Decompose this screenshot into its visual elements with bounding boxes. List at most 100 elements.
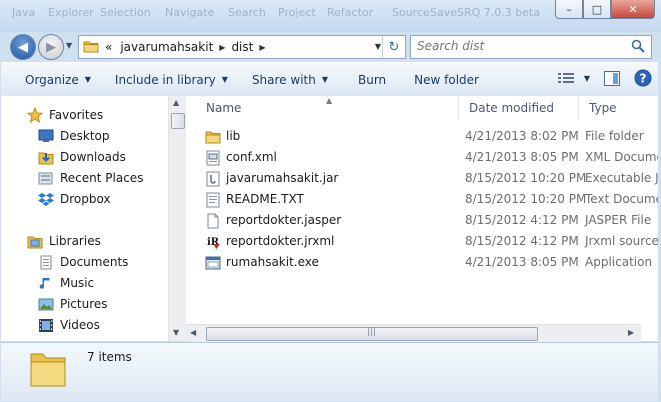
scroll-down-icon[interactable]: ▼: [173, 328, 179, 337]
column-header-name[interactable]: Name: [196, 96, 459, 120]
breadcrumb-dist[interactable]: dist: [227, 40, 257, 54]
nav-item-dropbox[interactable]: Dropbox: [38, 189, 111, 209]
file-date: 4/21/2013 8:05 PM: [465, 150, 579, 164]
nav-item-label: Dropbox: [60, 192, 111, 206]
burn-label: Burn: [358, 72, 387, 87]
search-box[interactable]: [410, 35, 652, 59]
scroll-left-icon[interactable]: ◀: [190, 328, 196, 337]
new-folder-label: New folder: [414, 72, 479, 87]
nav-item-pictures[interactable]: Pictures: [38, 294, 108, 314]
file-row[interactable]: javarumahsakit.jar 8/15/2012 10:20 PM Ex…: [186, 168, 658, 189]
chevron-down-icon: ▼: [583, 73, 590, 83]
scroll-right-icon[interactable]: ▶: [628, 328, 634, 337]
change-view-button[interactable]: ▼: [557, 72, 590, 84]
scroll-up-icon[interactable]: ▲: [173, 98, 179, 107]
text-file-icon: [205, 192, 221, 211]
file-name: README.TXT: [226, 192, 304, 206]
libraries-icon: [27, 234, 43, 249]
file-list-horizontal-scrollbar[interactable]: ◀ ||| ▶: [186, 324, 641, 342]
dropbox-icon: [38, 192, 54, 207]
nav-item-desktop[interactable]: Desktop: [38, 126, 110, 146]
nav-favorites[interactable]: Favorites: [27, 105, 103, 125]
nav-item-music[interactable]: Music: [38, 273, 94, 293]
nav-item-label: Documents: [60, 255, 129, 269]
breadcrumb-javarumahsakit[interactable]: javarumahsakit: [116, 40, 217, 54]
nav-item-label: Videos: [60, 318, 100, 332]
details-view-icon: [557, 73, 574, 83]
file-row[interactable]: reportdokter.jasper 8/15/2012 4:12 PM JA…: [186, 210, 658, 231]
music-icon: [38, 276, 54, 291]
file-name: reportdokter.jrxml: [226, 234, 335, 248]
nav-item-recent-places[interactable]: Recent Places: [38, 168, 143, 188]
file-name: conf.xml: [226, 150, 277, 164]
scrollbar-thumb[interactable]: [171, 113, 185, 129]
organize-button[interactable]: Organize ▼: [1, 73, 103, 87]
nav-libraries-label: Libraries: [49, 234, 101, 248]
preview-pane-button[interactable]: [604, 70, 620, 86]
window-controls: – □ ✕: [555, 0, 655, 20]
recent-places-icon: [38, 171, 54, 186]
file-row[interactable]: lib 4/21/2013 8:02 PM File folder: [186, 126, 658, 147]
minimize-button[interactable]: –: [555, 0, 583, 19]
nav-item-videos[interactable]: Videos: [38, 315, 100, 335]
column-header-date-modified[interactable]: Date modified: [459, 96, 579, 120]
videos-icon: [38, 318, 54, 333]
navigation-pane-scrollbar[interactable]: ▲ ▼: [168, 96, 186, 341]
include-in-library-button[interactable]: Include in library ▼: [103, 73, 240, 87]
back-button[interactable]: ◀: [10, 34, 36, 60]
recent-pages-dropdown[interactable]: ▼: [66, 41, 72, 50]
share-with-button[interactable]: Share with ▼: [240, 73, 340, 87]
search-icon[interactable]: [631, 39, 645, 56]
maximize-button[interactable]: □: [583, 0, 611, 19]
refresh-icon: ↻: [388, 39, 400, 55]
address-bar[interactable]: « javarumahsakit ▶ dist ▶ ▼ ↻: [78, 35, 406, 59]
file-row[interactable]: rumahsakit.exe 4/21/2013 8:05 PM Applica…: [186, 252, 658, 273]
item-count: 7 items: [87, 350, 132, 364]
folder-icon: [29, 348, 67, 391]
nav-item-documents[interactable]: Documents: [38, 252, 128, 272]
close-button[interactable]: ✕: [611, 0, 655, 19]
refresh-button[interactable]: ↻: [382, 36, 405, 58]
file-row[interactable]: README.TXT 8/15/2012 10:20 PM Text Docum…: [186, 189, 658, 210]
file-type: File folder: [585, 129, 644, 143]
folder-icon: [205, 129, 221, 147]
back-arrow-icon: ◀: [18, 39, 28, 55]
nav-favorites-label: Favorites: [49, 108, 104, 122]
file-name: reportdokter.jasper: [226, 213, 342, 227]
file-date: 4/21/2013 8:05 PM: [465, 255, 579, 269]
include-in-library-label: Include in library: [114, 72, 216, 87]
nav-item-downloads[interactable]: Downloads: [38, 147, 126, 167]
search-input[interactable]: [411, 36, 617, 56]
file-row[interactable]: conf.xml 4/21/2013 8:05 PM XML Docume: [186, 147, 658, 168]
column-header-type[interactable]: Type: [579, 96, 658, 120]
nav-item-label: Pictures: [60, 297, 108, 311]
background-window-text: Source: [392, 6, 430, 19]
file-row[interactable]: iR reportdokter.jrxml 8/15/2012 4:12 PM …: [186, 231, 658, 252]
grip-icon: |||: [367, 327, 377, 337]
file-name: javarumahsakit.jar: [226, 171, 339, 185]
new-folder-button[interactable]: New folder: [398, 73, 491, 87]
svg-text:?: ?: [640, 72, 647, 86]
burn-button[interactable]: Burn: [340, 73, 398, 87]
forward-button[interactable]: ▶: [38, 34, 64, 60]
column-header-label: Name: [206, 101, 242, 115]
background-window-text: Navigate: [165, 6, 215, 19]
breadcrumb-overflow[interactable]: «: [99, 40, 116, 54]
address-history-dropdown[interactable]: ▼: [375, 42, 381, 51]
help-button[interactable]: ?: [634, 69, 652, 87]
breadcrumb-separator-icon[interactable]: ▶: [257, 43, 267, 52]
navigation-pane: Favorites Desktop Downloads Recent Place…: [1, 96, 168, 341]
file-type: Application: [585, 255, 653, 269]
scrollbar-thumb[interactable]: |||: [206, 327, 538, 341]
title-bar[interactable]: Java Explorer Selection Navigate Search …: [0, 0, 661, 32]
nav-libraries[interactable]: Libraries: [27, 231, 101, 251]
file-name: lib: [226, 129, 241, 143]
chevron-down-icon: ▼: [84, 75, 91, 84]
breadcrumb-separator-icon[interactable]: ▶: [217, 43, 227, 52]
background-window-text: Refactor: [327, 6, 374, 19]
blank-file-icon: [205, 213, 221, 232]
nav-item-label: Music: [60, 276, 95, 290]
explorer-content: Favorites Desktop Downloads Recent Place…: [1, 96, 658, 342]
background-window-text: Search: [228, 6, 266, 19]
file-type: JASPER File: [585, 213, 652, 227]
